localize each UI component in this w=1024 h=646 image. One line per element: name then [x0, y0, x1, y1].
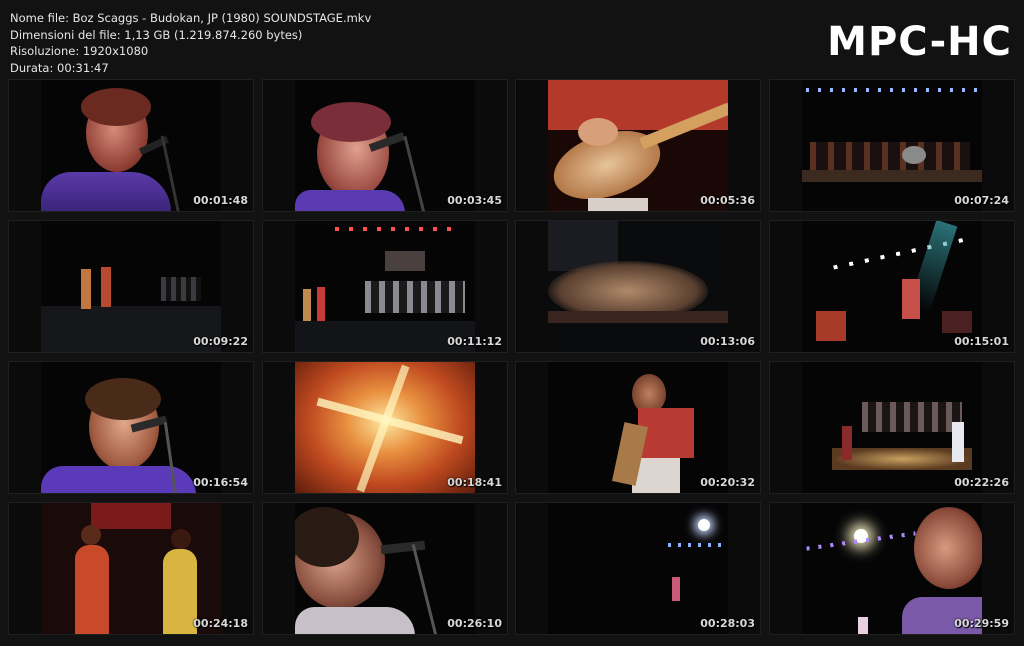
thumbnail-frame: [295, 221, 475, 352]
thumbnail[interactable]: 00:22:26: [769, 361, 1015, 494]
thumbnail-frame: [548, 221, 728, 352]
file-info-panel: Nome file: Boz Scaggs - Budokan, JP (198…: [10, 10, 371, 76]
thumbnail-frame: [548, 503, 728, 634]
thumbnail[interactable]: 00:09:22: [8, 220, 254, 353]
thumbnail[interactable]: 00:20:32: [515, 361, 761, 494]
thumbnail-frame: [802, 221, 982, 352]
thumbnail-frame: [802, 80, 982, 211]
file-name: Nome file: Boz Scaggs - Budokan, JP (198…: [10, 11, 372, 25]
thumbnail-frame: [802, 362, 982, 493]
file-resolution: Risoluzione: 1920x1080: [10, 44, 149, 58]
thumbnail-frame: [295, 503, 475, 634]
thumbnail-frame: [802, 503, 982, 634]
thumbnail-timestamp: 00:26:10: [447, 617, 502, 630]
thumbnail-timestamp: 00:11:12: [447, 335, 502, 348]
thumbnail-frame: [548, 80, 728, 211]
thumbnail[interactable]: 00:07:24: [769, 79, 1015, 212]
thumbnail[interactable]: 00:13:06: [515, 220, 761, 353]
thumbnail[interactable]: 00:03:45: [262, 79, 508, 212]
thumbnail-timestamp: 00:20:32: [700, 476, 755, 489]
thumbnail[interactable]: 00:24:18: [8, 502, 254, 635]
thumbnail[interactable]: 00:16:54: [8, 361, 254, 494]
mpc-hc-logo: MPC-HC: [827, 19, 1012, 65]
thumbnail[interactable]: 00:18:41: [262, 361, 508, 494]
thumbnail-timestamp: 00:01:48: [193, 194, 248, 207]
thumbnail-timestamp: 00:05:36: [700, 194, 755, 207]
file-size: Dimensioni del file: 1,13 GB (1.219.874.…: [10, 27, 303, 42]
thumbnail-frame: [41, 362, 221, 493]
thumbnail-timestamp: 00:22:26: [954, 476, 1009, 489]
thumbnail-frame: [41, 80, 221, 211]
thumbnail[interactable]: 00:11:12: [262, 220, 508, 353]
thumbnail-timestamp: 00:13:06: [700, 335, 755, 348]
file-duration: Durata: 00:31:47: [10, 60, 109, 75]
thumbnail-timestamp: 00:15:01: [954, 335, 1009, 348]
thumbnail-frame: [295, 362, 475, 493]
thumbnail[interactable]: 00:05:36: [515, 79, 761, 212]
thumbnail-frame: [548, 362, 728, 493]
thumbnail-timestamp: 00:03:45: [447, 194, 502, 207]
thumbnail[interactable]: 00:15:01: [769, 220, 1015, 353]
thumbnail[interactable]: 00:01:48: [8, 79, 254, 212]
thumbnail-timestamp: 00:09:22: [193, 335, 248, 348]
thumbnail-timestamp: 00:16:54: [193, 476, 248, 489]
thumbnail-grid: 00:01:48 00:03:45 00:05:36 00:07:24 00:0…: [8, 79, 1016, 637]
thumbnail-timestamp: 00:28:03: [700, 617, 755, 630]
thumbnail-frame: [41, 221, 221, 352]
thumbnail-timestamp: 00:24:18: [193, 617, 248, 630]
thumbnail-frame: [41, 503, 221, 634]
thumbnail-frame: [295, 80, 475, 211]
thumbnail-timestamp: 00:29:59: [954, 617, 1009, 630]
thumbnail[interactable]: 00:29:59: [769, 502, 1015, 635]
thumbnail-timestamp: 00:18:41: [447, 476, 502, 489]
thumbnail-timestamp: 00:07:24: [954, 194, 1009, 207]
thumbnail[interactable]: 00:28:03: [515, 502, 761, 635]
thumbnail[interactable]: 00:26:10: [262, 502, 508, 635]
